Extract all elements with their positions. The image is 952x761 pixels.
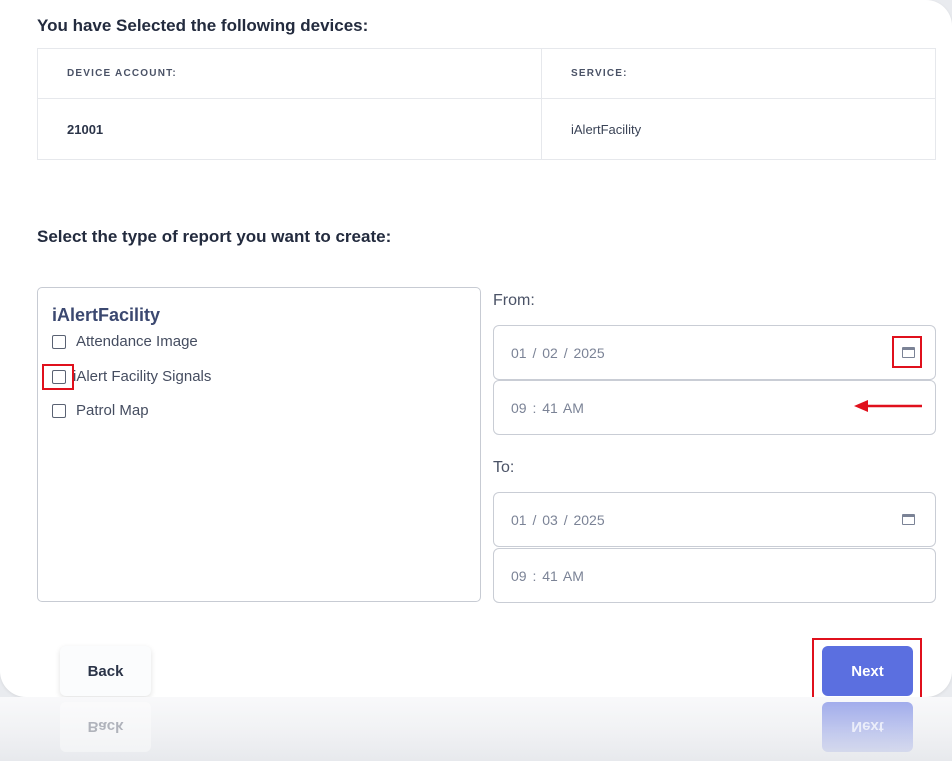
option-ialert-facility-signals[interactable]: iAlert Facility Signals bbox=[52, 368, 211, 385]
selected-devices-heading: You have Selected the following devices: bbox=[37, 16, 369, 35]
option-patrol-map[interactable]: Patrol Map bbox=[52, 402, 149, 419]
option-label: iAlert Facility Signals bbox=[73, 368, 212, 385]
arrow-left-icon bbox=[854, 400, 922, 412]
from-date-value: 01 / 02 / 2025 bbox=[511, 344, 605, 361]
to-date-input[interactable]: 01 / 03 / 2025 bbox=[493, 492, 936, 547]
from-date-input[interactable]: 01 / 02 / 2025 bbox=[493, 325, 936, 380]
back-button-reflection: Back bbox=[60, 702, 151, 752]
to-time-value: 09 : 41 AM bbox=[511, 567, 584, 584]
option-label: Attendance Image bbox=[76, 333, 198, 350]
calendar-highlight-annotation bbox=[892, 336, 922, 368]
column-header-service: SERVICE: bbox=[571, 68, 628, 79]
checkbox-highlight-annotation bbox=[42, 364, 74, 390]
device-table: DEVICE ACCOUNT: SERVICE: 21001 iAlertFac… bbox=[37, 48, 936, 160]
option-label: Patrol Map bbox=[76, 402, 149, 419]
calendar-icon[interactable] bbox=[902, 514, 915, 525]
device-account-cell: 21001 bbox=[67, 121, 104, 137]
next-button-reflection: Next bbox=[822, 702, 913, 752]
column-header-device-account: DEVICE ACCOUNT: bbox=[67, 68, 177, 79]
from-label: From: bbox=[493, 292, 535, 309]
report-group-title: iAlertFacility bbox=[52, 305, 161, 325]
patrol-map-checkbox[interactable] bbox=[52, 403, 66, 418]
reflection-area: Back Next bbox=[0, 697, 952, 761]
report-type-box: iAlertFacility Attendance Image iAlert F… bbox=[37, 287, 481, 602]
back-button[interactable]: Back bbox=[60, 646, 151, 696]
report-card: You have Selected the following devices:… bbox=[0, 0, 952, 697]
attendance-image-checkbox[interactable] bbox=[52, 334, 66, 349]
table-header-row: DEVICE ACCOUNT: SERVICE: bbox=[38, 49, 935, 99]
report-type-heading: Select the type of report you want to cr… bbox=[37, 227, 392, 246]
service-cell: iAlertFacility bbox=[571, 121, 642, 137]
from-time-value: 09 : 41 AM bbox=[511, 399, 584, 416]
to-time-input[interactable]: 09 : 41 AM bbox=[493, 548, 936, 603]
table-row[interactable]: 21001 iAlertFacility bbox=[38, 98, 935, 160]
to-date-value: 01 / 03 / 2025 bbox=[511, 511, 605, 528]
to-label: To: bbox=[493, 459, 515, 476]
option-attendance-image[interactable]: Attendance Image bbox=[52, 333, 198, 350]
